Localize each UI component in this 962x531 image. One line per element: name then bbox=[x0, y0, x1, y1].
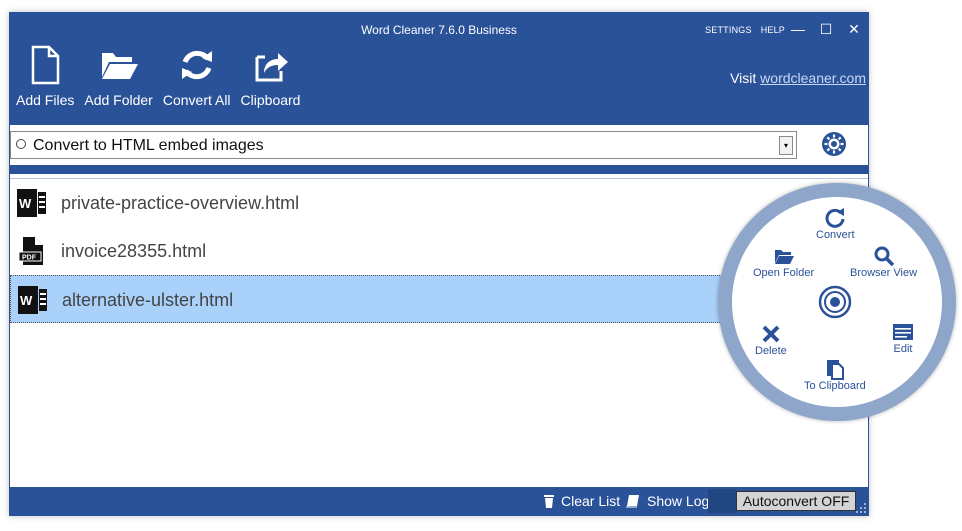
book-icon bbox=[626, 495, 639, 508]
show-log-button[interactable]: Show Log bbox=[626, 493, 709, 509]
edit-form-icon bbox=[893, 324, 913, 340]
radial-delete-label: Delete bbox=[755, 345, 787, 357]
radial-context-menu: Convert Open Folder Browser View Delete bbox=[718, 183, 956, 421]
file-icon bbox=[31, 45, 60, 85]
svg-text:PDF: PDF bbox=[22, 255, 37, 262]
maximize-button[interactable]: ☐ bbox=[818, 20, 834, 38]
folder-open-icon bbox=[774, 250, 794, 264]
clipboard-icon bbox=[826, 360, 844, 380]
radial-edit-button[interactable]: Edit bbox=[892, 321, 914, 355]
radial-convert-label: Convert bbox=[816, 229, 855, 241]
minimize-button[interactable]: — bbox=[790, 20, 806, 38]
help-menu[interactable]: HELP bbox=[761, 25, 785, 35]
visit-prefix: Visit bbox=[730, 70, 761, 86]
convert-all-button[interactable]: Convert All bbox=[163, 45, 231, 108]
clipboard-label: Clipboard bbox=[240, 92, 301, 108]
window-controls: — ☐ ✕ bbox=[790, 20, 862, 38]
folder-open-icon bbox=[101, 53, 138, 79]
radial-to-clipboard-label: To Clipboard bbox=[804, 380, 866, 392]
progress-bar bbox=[10, 165, 868, 174]
svg-text:W: W bbox=[19, 196, 32, 211]
main-toolbar: Add Files Add Folder Convert All Clipboa… bbox=[10, 45, 302, 108]
settings-gear-icon[interactable] bbox=[819, 129, 849, 159]
convert-all-label: Convert All bbox=[162, 92, 231, 108]
radial-browser-view-label: Browser View bbox=[850, 267, 918, 279]
file-name: private-practice-overview.html bbox=[61, 193, 300, 213]
add-folder-label: Add Folder bbox=[84, 92, 153, 108]
close-button[interactable]: ✕ bbox=[846, 20, 862, 38]
radial-edit-label: Edit bbox=[893, 343, 913, 355]
radial-browser-view-button[interactable]: Browser View bbox=[850, 245, 917, 279]
svg-text:W: W bbox=[20, 293, 33, 308]
target-center-icon[interactable] bbox=[818, 285, 852, 319]
radial-convert-button[interactable]: Convert bbox=[816, 207, 855, 241]
magnifier-icon bbox=[874, 246, 894, 267]
resize-grip-icon[interactable] bbox=[856, 503, 866, 513]
status-bar: Clear List Show Log Autoconvert OFF bbox=[10, 487, 868, 515]
clear-list-label: Clear List bbox=[561, 493, 621, 509]
autoconvert-toggle[interactable]: Autoconvert OFF bbox=[736, 491, 856, 511]
clear-list-button[interactable]: Clear List bbox=[543, 493, 620, 509]
list-item[interactable]: W private-practice-overview.html bbox=[10, 179, 868, 227]
website-link[interactable]: wordcleaner.com bbox=[760, 70, 866, 86]
status-divider bbox=[708, 489, 736, 513]
header-bar: Word Cleaner 7.6.0 Business SETTINGS HEL… bbox=[10, 13, 868, 125]
visit-text: Visit wordcleaner.com bbox=[730, 70, 866, 86]
radial-delete-button[interactable]: Delete bbox=[755, 323, 787, 357]
add-files-label: Add Files bbox=[16, 92, 75, 108]
share-icon bbox=[255, 53, 288, 82]
radial-to-clipboard-button[interactable]: To Clipboard bbox=[804, 358, 866, 392]
clipboard-button[interactable]: Clipboard bbox=[240, 45, 301, 108]
close-icon bbox=[762, 325, 780, 343]
radial-open-folder-button[interactable]: Open Folder bbox=[753, 245, 814, 279]
conversion-select[interactable]: Convert to HTML embed images ▾ bbox=[10, 131, 797, 159]
file-name: alternative-ulster.html bbox=[62, 290, 234, 310]
trash-icon bbox=[544, 495, 554, 508]
dropdown-arrow-button[interactable]: ▾ bbox=[779, 136, 793, 155]
pdf-file-icon: PDF bbox=[18, 237, 43, 265]
add-files-button[interactable]: Add Files bbox=[16, 45, 74, 108]
settings-menu[interactable]: SETTINGS bbox=[705, 25, 752, 35]
conversion-gear-icon bbox=[16, 139, 26, 149]
file-name: invoice28355.html bbox=[61, 241, 207, 261]
word-file-icon: W bbox=[18, 286, 47, 314]
top-menu: SETTINGS HELP bbox=[705, 25, 785, 35]
show-log-label: Show Log bbox=[647, 493, 710, 509]
refresh-icon bbox=[825, 208, 845, 228]
word-file-icon: W bbox=[17, 189, 46, 217]
radial-open-folder-label: Open Folder bbox=[753, 267, 815, 279]
conversion-selected-value: Convert to HTML embed images bbox=[33, 137, 264, 154]
refresh-icon bbox=[181, 50, 212, 80]
add-folder-button[interactable]: Add Folder bbox=[84, 45, 153, 108]
